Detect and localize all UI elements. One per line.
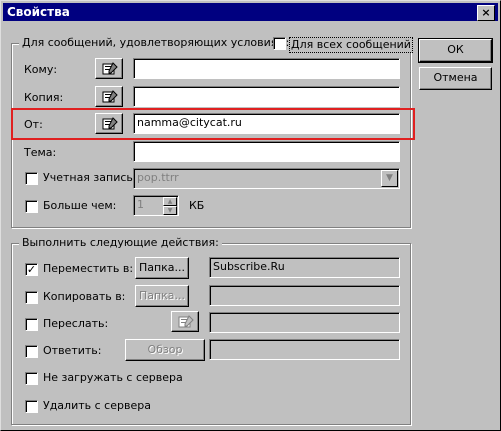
to-address-book-button[interactable] (95, 58, 123, 79)
close-icon: × (481, 6, 491, 19)
forward-address-book-button[interactable] (171, 311, 199, 332)
subject-label-text: Тема: (24, 146, 57, 159)
copy-target-field[interactable] (209, 285, 400, 306)
reply-browse-button[interactable]: Обзор (125, 339, 205, 361)
larger-than-label[interactable]: Больше чем: (43, 199, 116, 213)
cancel-button[interactable]: Отмена (419, 67, 492, 90)
move-target-field[interactable]: Subscribe.Ru (209, 257, 400, 278)
ok-button[interactable]: ОК (418, 38, 493, 63)
all-messages-label[interactable]: Для всех сообщений (289, 37, 413, 53)
subject-label: Тема: (24, 146, 56, 160)
copy-folder-button[interactable]: Папка... (135, 285, 189, 307)
address-book-icon (102, 90, 118, 103)
spin-up-button[interactable]: ▲ (163, 197, 177, 206)
all-messages-checkbox[interactable] (273, 37, 286, 50)
reply-checkbox[interactable] (25, 345, 38, 358)
spin-down-button[interactable]: ▼ (163, 206, 177, 215)
forward-target-field[interactable] (209, 312, 400, 333)
account-select-value: pop.ttrr (137, 171, 179, 184)
larger-than-value: 1 (137, 198, 144, 211)
highlight-box (11, 108, 415, 140)
subject-input[interactable] (133, 141, 400, 162)
reply-label[interactable]: Ответить: (43, 344, 101, 358)
no-download-label[interactable]: Не загружать с сервера (43, 371, 183, 385)
chevron-down-icon: ▼ (386, 173, 393, 183)
conditions-legend: Для сообщений, удовлетворяющих условиям: (19, 36, 293, 50)
move-label[interactable]: Переместить в: (43, 262, 133, 276)
properties-dialog: Свойства × ОК Отмена Для сообщений, удов… (0, 0, 501, 431)
actions-legend-text: Выполнить следующие действия: (22, 236, 219, 249)
delete-label[interactable]: Удалить с сервера (43, 399, 151, 413)
to-label-text: Кому: (24, 63, 58, 76)
move-folder-button[interactable]: Папка... (135, 257, 189, 279)
account-select[interactable]: pop.ttrr (133, 168, 400, 189)
address-book-icon (178, 315, 194, 328)
copy-checkbox[interactable] (25, 291, 38, 304)
forward-label[interactable]: Переслать: (43, 317, 108, 331)
larger-than-checkbox[interactable] (25, 200, 38, 213)
close-button[interactable]: × (477, 5, 495, 21)
forward-checkbox[interactable] (25, 318, 38, 331)
conditions-legend-text: Для сообщений, удовлетворяющих условиям: (22, 36, 290, 49)
account-dropdown-button[interactable]: ▼ (381, 170, 398, 187)
checkmark-icon: ✓ (26, 263, 37, 276)
account-checkbox[interactable] (25, 172, 38, 185)
account-label[interactable]: Учетная запись: (43, 171, 137, 185)
kb-unit-label: КБ (189, 199, 205, 212)
actions-legend: Выполнить следующие действия: (19, 236, 222, 250)
cc-input[interactable] (133, 86, 400, 107)
window-title: Свойства (7, 5, 70, 19)
delete-checkbox[interactable] (25, 400, 38, 413)
cc-label-text: Копия: (24, 91, 64, 104)
move-checkbox[interactable]: ✓ (25, 263, 38, 276)
to-input[interactable] (133, 58, 400, 79)
spin-down-icon: ▼ (167, 207, 173, 214)
address-book-icon (102, 62, 118, 75)
to-label: Кому: (24, 63, 57, 77)
spin-up-icon: ▲ (167, 198, 173, 205)
no-download-checkbox[interactable] (25, 372, 38, 385)
title-bar[interactable]: Свойства × (3, 3, 498, 21)
copy-label[interactable]: Копировать в: (43, 290, 125, 304)
reply-target-field[interactable] (209, 339, 400, 360)
cc-address-book-button[interactable] (95, 86, 123, 107)
cc-label: Копия: (24, 91, 63, 105)
